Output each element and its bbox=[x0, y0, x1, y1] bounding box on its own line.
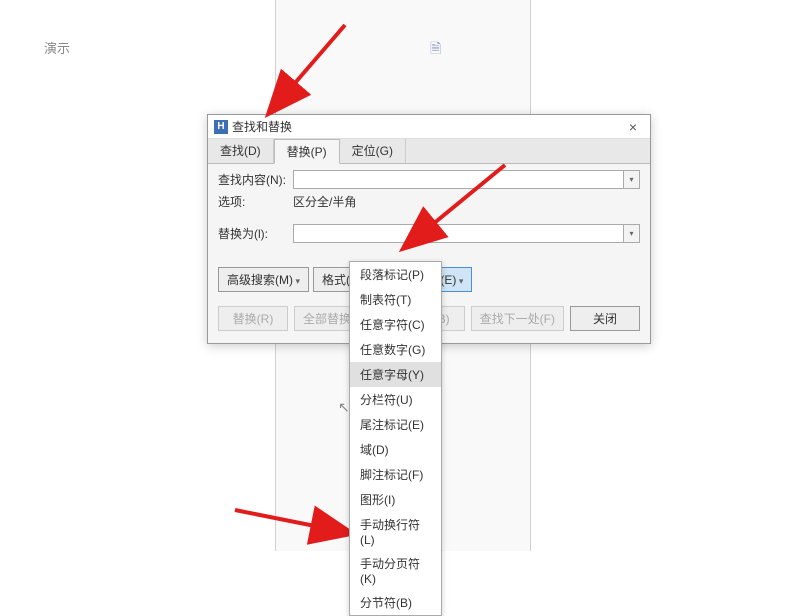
menu-endnote-mark[interactable]: 尾注标记(E) bbox=[350, 412, 441, 437]
menu-any-digit[interactable]: 任意数字(G) bbox=[350, 337, 441, 362]
cursor-icon: ↖ bbox=[338, 399, 350, 416]
options-label: 选项: bbox=[218, 193, 293, 210]
advanced-search-button[interactable]: 高级搜索(M) bbox=[218, 267, 309, 292]
app-icon: H bbox=[214, 120, 228, 134]
menu-any-char[interactable]: 任意字符(C) bbox=[350, 312, 441, 337]
menu-manual-pagebreak[interactable]: 手动分页符(K) bbox=[350, 551, 441, 590]
page-icon: 🗎 bbox=[430, 38, 441, 62]
menu-manual-linebreak[interactable]: 手动换行符(L) bbox=[350, 512, 441, 551]
menu-field[interactable]: 域(D) bbox=[350, 437, 441, 462]
dialog-titlebar: H 查找和替换 × bbox=[208, 115, 650, 139]
close-button[interactable]: 关闭 bbox=[570, 306, 640, 331]
menu-section-break[interactable]: 分节符(B) bbox=[350, 590, 441, 615]
find-next-button: 查找下一处(F) bbox=[471, 306, 564, 331]
menu-graphic[interactable]: 图形(I) bbox=[350, 487, 441, 512]
find-row: 查找内容(N): ▾ bbox=[218, 170, 640, 189]
dialog-title: H 查找和替换 bbox=[214, 118, 292, 135]
replace-row: 替换为(l): ▾ bbox=[218, 224, 640, 243]
replace-input[interactable] bbox=[293, 224, 624, 243]
close-icon[interactable]: × bbox=[622, 117, 644, 137]
tab-goto[interactable]: 定位(G) bbox=[340, 139, 406, 163]
find-dropdown-arrow[interactable]: ▾ bbox=[624, 170, 640, 189]
replace-button: 替换(R) bbox=[218, 306, 288, 331]
menu-any-letter[interactable]: 任意字母(Y) bbox=[350, 362, 441, 387]
special-format-menu: 段落标记(P) 制表符(T) 任意字符(C) 任意数字(G) 任意字母(Y) 分… bbox=[349, 261, 442, 616]
tab-bar: 查找(D) 替换(P) 定位(G) bbox=[208, 139, 650, 164]
options-row: 选项: 区分全/半角 bbox=[218, 193, 640, 210]
menu-footnote-mark[interactable]: 脚注标记(F) bbox=[350, 462, 441, 487]
menu-tab-char[interactable]: 制表符(T) bbox=[350, 287, 441, 312]
tab-replace[interactable]: 替换(P) bbox=[274, 139, 340, 164]
menu-column-break[interactable]: 分栏符(U) bbox=[350, 387, 441, 412]
replace-dropdown-arrow[interactable]: ▾ bbox=[624, 224, 640, 243]
find-label: 查找内容(N): bbox=[218, 171, 293, 188]
tab-find[interactable]: 查找(D) bbox=[208, 139, 274, 163]
menu-paragraph-mark[interactable]: 段落标记(P) bbox=[350, 262, 441, 287]
options-value: 区分全/半角 bbox=[293, 193, 356, 210]
find-input[interactable] bbox=[293, 170, 624, 189]
dialog-title-text: 查找和替换 bbox=[232, 118, 292, 135]
replace-label: 替换为(l): bbox=[218, 225, 293, 242]
bg-demo-text: 演示 bbox=[44, 38, 70, 57]
